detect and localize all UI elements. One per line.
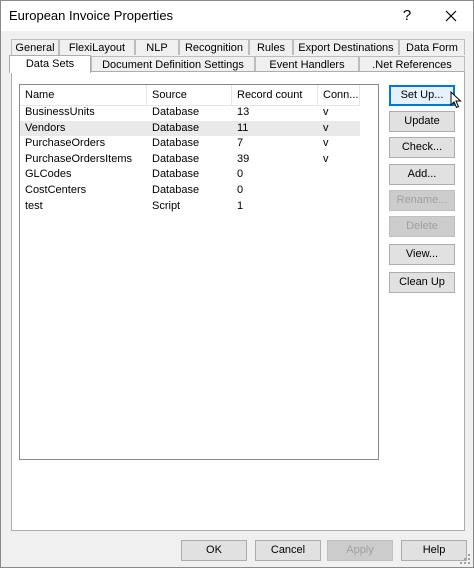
cell-name: test (25, 199, 43, 212)
list-header: Name Source Record count Conn... (20, 85, 360, 106)
cell-record-count: 39 (237, 152, 250, 165)
list-item[interactable]: GLCodes Database 0 (20, 167, 360, 182)
tab-general[interactable]: General (11, 39, 59, 55)
cell-record-count: 1 (237, 199, 244, 212)
tab-rules[interactable]: Rules (249, 39, 293, 55)
cell-connection: v (323, 106, 329, 118)
tab-flexilayout[interactable]: FlexiLayout (59, 39, 135, 55)
data-sets-list[interactable]: Name Source Record count Conn... Busines… (19, 84, 379, 460)
cell-connection: v (323, 152, 329, 165)
cell-connection: v (323, 137, 329, 150)
cell-record-count: 11 (237, 121, 249, 134)
cell-connection (318, 183, 360, 198)
close-icon[interactable] (433, 3, 469, 29)
tab-export-destinations[interactable]: Export Destinations (293, 39, 399, 55)
cancel-button[interactable]: Cancel (255, 540, 321, 561)
cell-name: PurchaseOrders (25, 137, 106, 150)
column-name-header[interactable]: Name (20, 85, 147, 105)
check-button[interactable]: Check... (389, 137, 455, 158)
column-record-count-header[interactable]: Record count (232, 85, 318, 105)
cell-connection: v (323, 121, 329, 134)
rename-button: Rename... (389, 190, 455, 211)
view-button[interactable]: View... (389, 244, 455, 265)
tab-event-handlers[interactable]: Event Handlers (255, 56, 359, 72)
cell-record-count: 0 (237, 168, 244, 181)
cell-source: Database (152, 152, 200, 165)
resize-grip-icon[interactable] (460, 554, 470, 564)
clean-up-button[interactable]: Clean Up (389, 272, 455, 293)
help-icon[interactable]: ? (393, 3, 421, 29)
list-item[interactable]: CostCenters Database 0 (20, 183, 360, 198)
delete-button: Delete (389, 216, 455, 237)
cell-source: Database (152, 184, 200, 196)
list-item[interactable]: BusinessUnits Database 13 v (20, 105, 360, 120)
cell-record-count: 7 (237, 137, 244, 150)
tab-nlp[interactable]: NLP (135, 39, 179, 55)
cell-name: CostCenters (25, 184, 87, 196)
update-button[interactable]: Update (389, 111, 455, 132)
cell-source: Database (152, 168, 200, 181)
list-item[interactable]: PurchaseOrders Database 7 v (20, 136, 360, 151)
cell-connection (318, 167, 360, 182)
column-source-header[interactable]: Source (147, 85, 232, 105)
cell-name: BusinessUnits (25, 106, 95, 118)
list-item[interactable]: PurchaseOrdersItems Database 39 v (20, 152, 360, 167)
apply-button: Apply (327, 540, 393, 561)
cell-name: GLCodes (25, 168, 72, 181)
cell-name: PurchaseOrdersItems (25, 152, 132, 165)
cell-source: Database (152, 137, 200, 150)
cell-record-count: 13 (237, 106, 250, 118)
cell-name: Vendors (25, 121, 66, 134)
mouse-cursor-icon (450, 91, 462, 109)
set-up-button[interactable]: Set Up... (389, 85, 455, 106)
tab-data-sets[interactable]: Data Sets (9, 55, 91, 73)
tab-recognition[interactable]: Recognition (179, 39, 249, 55)
list-item[interactable]: Vendors Database 11 v (20, 120, 360, 136)
tab-data-form[interactable]: Data Form (399, 39, 465, 55)
properties-dialog: European Invoice Properties ? General Fl… (0, 0, 474, 568)
title-bar: European Invoice Properties ? (1, 1, 473, 31)
cell-connection (318, 199, 360, 214)
cell-source: Script (152, 199, 181, 212)
list-item[interactable]: test Script 1 (20, 199, 360, 214)
tab-document-definition-settings[interactable]: Document Definition Settings (91, 56, 255, 72)
window-title: European Invoice Properties (9, 8, 174, 23)
help-button[interactable]: Help (401, 540, 467, 561)
tab-net-references[interactable]: .Net References (359, 56, 465, 72)
column-connection-header[interactable]: Conn... (318, 85, 360, 105)
cell-source: Database (152, 106, 200, 118)
cell-source: Database (152, 121, 200, 134)
cell-record-count: 0 (237, 184, 244, 196)
add-button[interactable]: Add... (389, 164, 455, 185)
ok-button[interactable]: OK (181, 540, 247, 561)
